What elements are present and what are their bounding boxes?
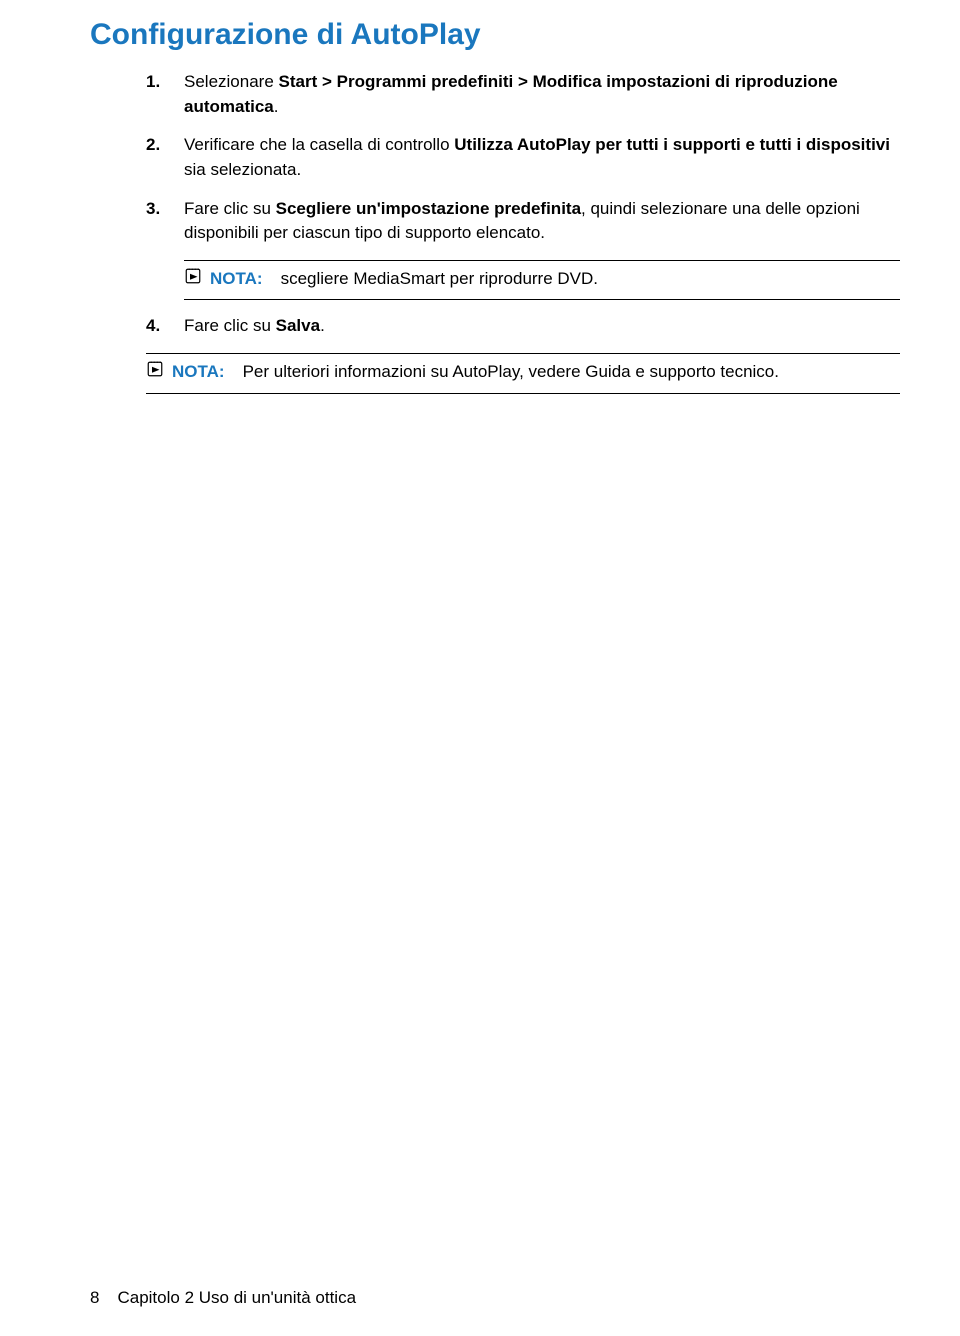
note-callout: NOTA: Per ulteriori informazioni su Auto…	[146, 353, 900, 394]
list-item: 1. Selezionare Start > Programmi predefi…	[146, 70, 900, 119]
note-label: NOTA:	[172, 360, 225, 385]
step-number: 2.	[146, 133, 184, 182]
note-text: Per ulteriori informazioni su AutoPlay, …	[243, 360, 900, 385]
page-footer: 8 Capitolo 2 Uso di un'unità ottica	[90, 1288, 356, 1308]
step-number: 4.	[146, 314, 184, 339]
note-label: NOTA:	[210, 267, 263, 292]
note-icon	[184, 267, 210, 285]
list-item: 3. Fare clic su Scegliere un'impostazion…	[146, 197, 900, 246]
note-text: scegliere MediaSmart per riprodurre DVD.	[281, 267, 900, 292]
step-text: Fare clic su Salva.	[184, 314, 900, 339]
list-item: 2. Verificare che la casella di controll…	[146, 133, 900, 182]
note-icon	[146, 360, 172, 378]
note-rule-bottom	[146, 393, 900, 394]
step-text: Selezionare Start > Programmi predefinit…	[184, 70, 900, 119]
note-rule-bottom	[184, 299, 900, 300]
step-number: 3.	[146, 197, 184, 246]
page: Configurazione di AutoPlay 1. Selezionar…	[0, 0, 960, 1336]
step-text: Fare clic su Scegliere un'impostazione p…	[184, 197, 900, 246]
step-text: Verificare che la casella di controllo U…	[184, 133, 900, 182]
step-number: 1.	[146, 70, 184, 119]
page-number: 8	[90, 1288, 99, 1308]
list-item: 4. Fare clic su Salva.	[146, 314, 900, 339]
ordered-list: 1. Selezionare Start > Programmi predefi…	[90, 70, 900, 339]
chapter-title: Capitolo 2 Uso di un'unità ottica	[117, 1288, 356, 1308]
page-title: Configurazione di AutoPlay	[90, 18, 900, 52]
note-callout: NOTA: scegliere MediaSmart per riprodurr…	[184, 260, 900, 301]
